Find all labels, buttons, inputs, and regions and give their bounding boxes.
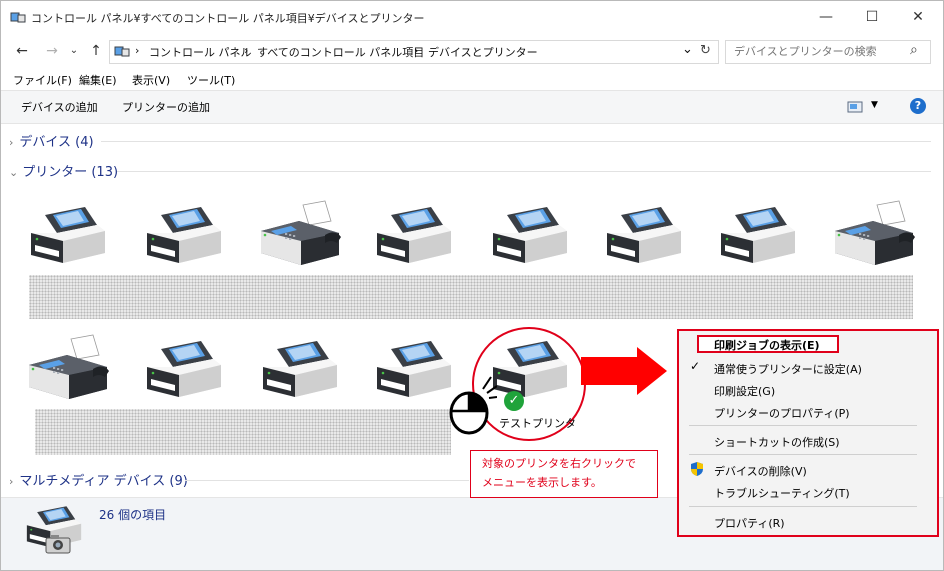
checkmark-icon: ✓	[690, 359, 701, 373]
minimize-button[interactable]: —	[803, 1, 849, 33]
printer-icon	[139, 333, 229, 403]
default-printer-check-icon: ✓	[504, 391, 524, 411]
menu-item-print-settings[interactable]: 印刷設定(G)	[714, 383, 775, 399]
printer-icon	[599, 199, 689, 269]
window-title: コントロール パネル¥すべてのコントロール パネル項目¥デバイスとプリンター	[31, 12, 425, 25]
printer-item[interactable]	[829, 199, 919, 269]
printer-item[interactable]	[369, 333, 459, 403]
menu-item-printer-properties[interactable]: プリンターのプロパティ(P)	[714, 405, 850, 421]
group-divider	[101, 141, 931, 142]
address-bar[interactable]: › コントロール パネル › すべてのコントロール パネル項目 › デバイスとプ…	[109, 40, 719, 64]
command-bar: デバイスの追加 プリンターの追加 ▼ ?	[1, 90, 943, 124]
menu-separator	[689, 454, 917, 455]
printer-icon	[23, 199, 113, 269]
callout-line-2: メニューを表示します。	[482, 476, 602, 489]
menu-view[interactable]: 表示(V)	[132, 72, 170, 88]
arrow-right-icon	[581, 347, 667, 395]
item-count: 26 個の項目	[99, 508, 167, 522]
printer-icon	[369, 333, 459, 403]
close-button[interactable]: ✕	[895, 1, 941, 33]
view-dropdown-icon[interactable]: ▼	[871, 100, 878, 110]
forward-arrow-icon[interactable]: →	[41, 41, 63, 61]
breadcrumb-devices-printers[interactable]: デバイスとプリンター	[428, 44, 538, 60]
group-printers-label: プリンター (13)	[22, 165, 119, 180]
breadcrumb-separator[interactable]: ›	[414, 44, 418, 57]
recent-chevron-down-icon[interactable]: ⌄	[63, 41, 85, 61]
group-printers[interactable]: ⌄ プリンター (13)	[9, 161, 118, 181]
title-bar: コントロール パネル¥すべてのコントロール パネル項目¥デバイスとプリンター —…	[1, 1, 943, 33]
printer-item[interactable]	[599, 199, 689, 269]
printer-item[interactable]	[369, 199, 459, 269]
menu-item-view-print-jobs[interactable]: 印刷ジョブの表示(E)	[714, 337, 820, 353]
printer-icon	[485, 333, 575, 403]
maximize-button[interactable]: ☐	[849, 1, 895, 33]
collapse-chevron-down-icon[interactable]: ⌄	[9, 166, 18, 179]
menu-separator	[689, 506, 917, 507]
up-arrow-icon[interactable]: ↑	[85, 41, 107, 61]
add-printer-button[interactable]: プリンターの追加	[122, 99, 210, 115]
menu-tools[interactable]: ツール(T)	[187, 72, 235, 88]
menu-item-properties[interactable]: プロパティ(R)	[714, 515, 785, 531]
search-box[interactable]: ⌕	[725, 40, 931, 64]
group-divider	[185, 480, 469, 481]
camera-icon	[45, 535, 71, 554]
printer-item-test-printer[interactable]	[485, 333, 575, 403]
printer-icon	[485, 199, 575, 269]
search-input[interactable]	[732, 44, 906, 59]
redacted-printer-names	[35, 409, 451, 455]
fax-icon	[23, 333, 113, 403]
group-multimedia-label: マルチメディア デバイス (9)	[19, 474, 188, 489]
printer-icon	[713, 199, 803, 269]
printer-item[interactable]	[485, 199, 575, 269]
menu-edit[interactable]: 編集(E)	[79, 72, 117, 88]
menu-item-create-shortcut[interactable]: ショートカットの作成(S)	[714, 434, 840, 450]
breadcrumb-separator[interactable]: ›	[135, 44, 139, 57]
printer-item[interactable]	[23, 199, 113, 269]
group-divider	[117, 171, 931, 172]
mouse-right-click-icon	[449, 376, 497, 435]
menu-item-remove-device[interactable]: デバイスの削除(V)	[714, 463, 807, 479]
context-menu: 印刷ジョブの表示(E) ✓ 通常使うプリンターに設定(A) 印刷設定(G) プリ…	[677, 329, 939, 537]
uac-shield-icon	[691, 462, 703, 476]
group-devices[interactable]: › デバイス (4)	[9, 131, 94, 151]
window: コントロール パネル¥すべてのコントロール パネル項目¥デバイスとプリンター —…	[0, 0, 944, 571]
expand-chevron-right-icon[interactable]: ›	[9, 475, 13, 488]
breadcrumb-separator[interactable]: ›	[244, 44, 248, 57]
menu-file[interactable]: ファイル(F)	[13, 72, 72, 88]
search-icon[interactable]: ⌕	[910, 42, 918, 58]
breadcrumb-control-panel[interactable]: コントロール パネル	[149, 44, 252, 60]
group-multimedia[interactable]: › マルチメディア デバイス (9)	[9, 470, 188, 490]
help-icon[interactable]: ?	[910, 98, 926, 114]
expand-chevron-right-icon[interactable]: ›	[9, 136, 13, 149]
group-devices-label: デバイス (4)	[19, 135, 94, 150]
callout-line-1: 対象のプリンタを右クリックで	[482, 457, 636, 470]
menu-bar: ファイル(F) 編集(E) 表示(V) ツール(T)	[1, 69, 943, 89]
fax-icon	[829, 199, 919, 269]
printer-item[interactable]	[139, 333, 229, 403]
address-dropdown-icon[interactable]: ⌄	[682, 42, 693, 57]
address-location-icon	[114, 46, 130, 57]
breadcrumb-all-items[interactable]: すべてのコントロール パネル項目	[257, 44, 424, 60]
instruction-callout: 対象のプリンタを右クリックで メニューを表示します。	[470, 450, 658, 498]
refresh-icon[interactable]: ↻	[700, 43, 711, 58]
status-device-icon	[21, 500, 87, 560]
printer-item[interactable]	[255, 333, 345, 403]
printer-item[interactable]	[255, 199, 345, 269]
printer-item[interactable]	[713, 199, 803, 269]
menu-item-set-default[interactable]: 通常使うプリンターに設定(A)	[714, 361, 862, 377]
back-arrow-icon[interactable]: ←	[11, 41, 33, 61]
fax-icon	[255, 199, 345, 269]
printer-item[interactable]	[139, 199, 229, 269]
printer-icon	[255, 333, 345, 403]
add-device-button[interactable]: デバイスの追加	[21, 99, 98, 115]
printer-icon	[369, 199, 459, 269]
menu-item-troubleshoot[interactable]: トラブルシューティング(T)	[714, 485, 850, 501]
redacted-printer-names	[29, 275, 913, 319]
test-printer-label: テストプリンタ	[499, 417, 576, 430]
menu-separator	[689, 425, 917, 426]
devices-printers-icon	[10, 12, 26, 23]
view-options-icon[interactable]	[847, 101, 863, 113]
printer-item[interactable]	[23, 333, 113, 403]
printer-icon	[139, 199, 229, 269]
